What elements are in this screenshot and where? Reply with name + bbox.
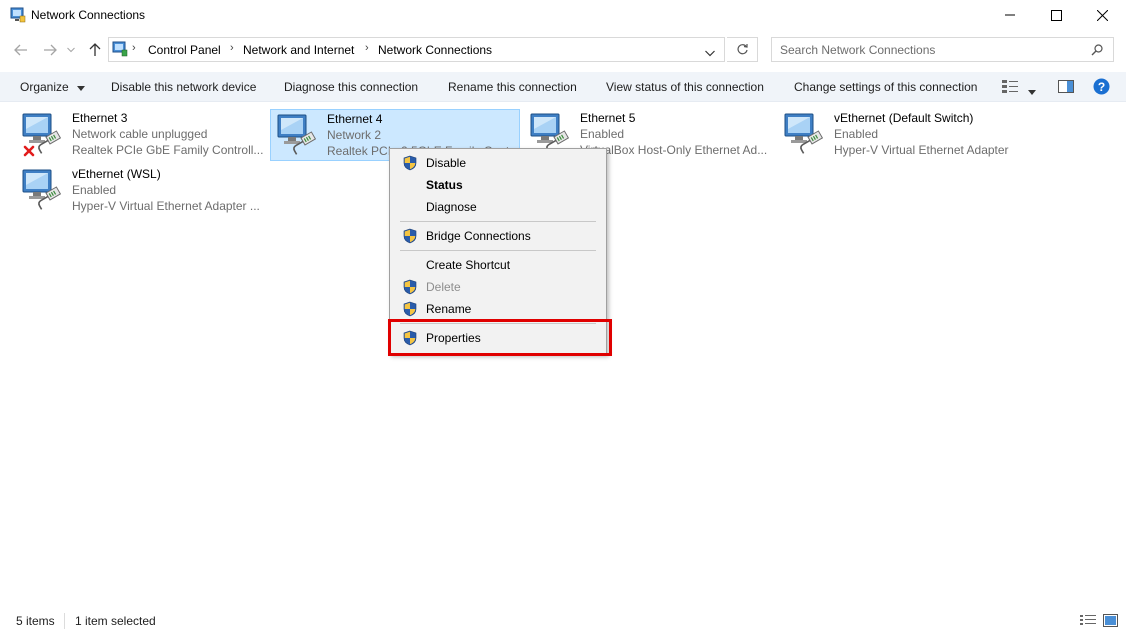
breadcrumb-control-panel[interactable]: Control Panel [148, 43, 221, 57]
selection-count: 1 item selected [75, 614, 156, 628]
command-bar: Organize Disable this network device Dia… [0, 72, 1126, 102]
network-adapter-icon [275, 112, 321, 158]
forward-button[interactable] [40, 40, 60, 60]
up-button[interactable] [85, 40, 105, 60]
connection-status: Network cable unplugged [72, 127, 208, 141]
status-divider [64, 613, 65, 629]
window-title: Network Connections [31, 8, 146, 22]
menu-separator [400, 221, 596, 222]
network-connections-app-icon [10, 7, 26, 23]
chevron-down-icon [77, 80, 86, 94]
breadcrumb-separator-icon: › [365, 42, 369, 54]
connection-name: Ethernet 4 [327, 112, 383, 126]
title-bar: Network Connections [0, 0, 1126, 30]
connection-name: vEthernet (WSL) [72, 167, 161, 181]
connection-adapter: Realtek PCIe GbE Family Controll... [72, 143, 264, 157]
maximize-button[interactable] [1033, 0, 1079, 30]
connection-adapter: Hyper-V Virtual Ethernet Adapter ... [72, 199, 260, 213]
details-view-icon[interactable] [1080, 614, 1096, 630]
breadcrumb-separator-icon: › [132, 42, 136, 54]
minimize-button[interactable] [987, 0, 1033, 30]
recent-locations-dropdown[interactable] [64, 40, 78, 60]
connection-name: Ethernet 5 [580, 111, 636, 125]
search-input[interactable]: Search Network Connections [771, 37, 1114, 62]
breadcrumb-network-connections[interactable]: Network Connections [378, 43, 492, 57]
uac-shield-icon [402, 155, 418, 171]
menu-item-diagnose[interactable]: Diagnose [392, 196, 604, 218]
menu-item-delete: Delete [392, 276, 604, 298]
connection-name: vEthernet (Default Switch) [834, 111, 974, 125]
connection-item-vethernet-wsl[interactable]: vEthernet (WSL) Enabled Hyper-V Virtual … [16, 165, 266, 217]
connection-item-vethernet-default-switch[interactable]: vEthernet (Default Switch) Enabled Hyper… [778, 109, 1028, 161]
back-button[interactable] [11, 40, 31, 60]
menu-item-status[interactable]: Status [392, 174, 604, 196]
connection-name: Ethernet 3 [72, 111, 128, 125]
breadcrumb-separator-icon: › [230, 42, 234, 54]
connection-status: Enabled [580, 127, 625, 141]
diagnose-connection-button[interactable]: Diagnose this connection [284, 80, 418, 94]
change-settings-button[interactable]: Change settings of this connection [794, 80, 977, 94]
network-adapter-icon [20, 167, 66, 213]
connection-adapter: VirtualBox Host-Only Ethernet Ad... [580, 143, 768, 157]
close-button[interactable] [1079, 0, 1125, 30]
connection-adapter: Hyper-V Virtual Ethernet Adapter [834, 143, 1009, 157]
menu-item-create-shortcut[interactable]: Create Shortcut [392, 254, 604, 276]
uac-shield-icon [402, 228, 418, 244]
view-options-icon[interactable] [1002, 80, 1018, 96]
properties-highlight-box [388, 319, 612, 356]
status-bar: 5 items 1 item selected [0, 610, 1126, 632]
menu-separator [400, 250, 596, 251]
item-count: 5 items [16, 614, 55, 628]
connection-status: Enabled [834, 127, 879, 141]
organize-menu[interactable]: Organize [20, 80, 86, 94]
connection-status: Enabled [72, 183, 117, 197]
help-icon[interactable]: ? [1093, 78, 1110, 98]
menu-item-rename[interactable]: Rename [392, 298, 604, 320]
network-adapter-icon [20, 111, 66, 157]
search-icon [1091, 44, 1103, 59]
address-bar[interactable]: › Control Panel › Network and Internet ›… [108, 37, 725, 62]
refresh-icon [736, 44, 748, 55]
rename-connection-button[interactable]: Rename this connection [448, 80, 577, 94]
organize-label: Organize [20, 80, 69, 94]
address-history-chevron-down-icon[interactable] [705, 46, 715, 60]
search-placeholder: Search Network Connections [780, 43, 936, 57]
menu-item-bridge-connections[interactable]: Bridge Connections [392, 225, 604, 247]
connection-item-ethernet-3[interactable]: Ethernet 3 Network cable unplugged Realt… [16, 109, 266, 161]
preview-pane-icon[interactable] [1058, 80, 1074, 96]
disable-device-button[interactable]: Disable this network device [111, 80, 256, 94]
control-panel-icon [112, 41, 128, 57]
breadcrumb-network-and-internet[interactable]: Network and Internet [243, 43, 354, 57]
uac-shield-icon [402, 301, 418, 317]
uac-shield-icon [402, 279, 418, 295]
view-options-chevron-down-icon[interactable] [1028, 84, 1036, 98]
svg-text:?: ? [1098, 80, 1105, 94]
network-adapter-icon [782, 111, 828, 157]
large-icons-view-icon[interactable] [1103, 614, 1118, 630]
view-status-button[interactable]: View status of this connection [606, 80, 764, 94]
connection-status: Network 2 [327, 128, 382, 142]
refresh-button[interactable] [727, 37, 758, 62]
menu-item-disable[interactable]: Disable [392, 152, 604, 174]
